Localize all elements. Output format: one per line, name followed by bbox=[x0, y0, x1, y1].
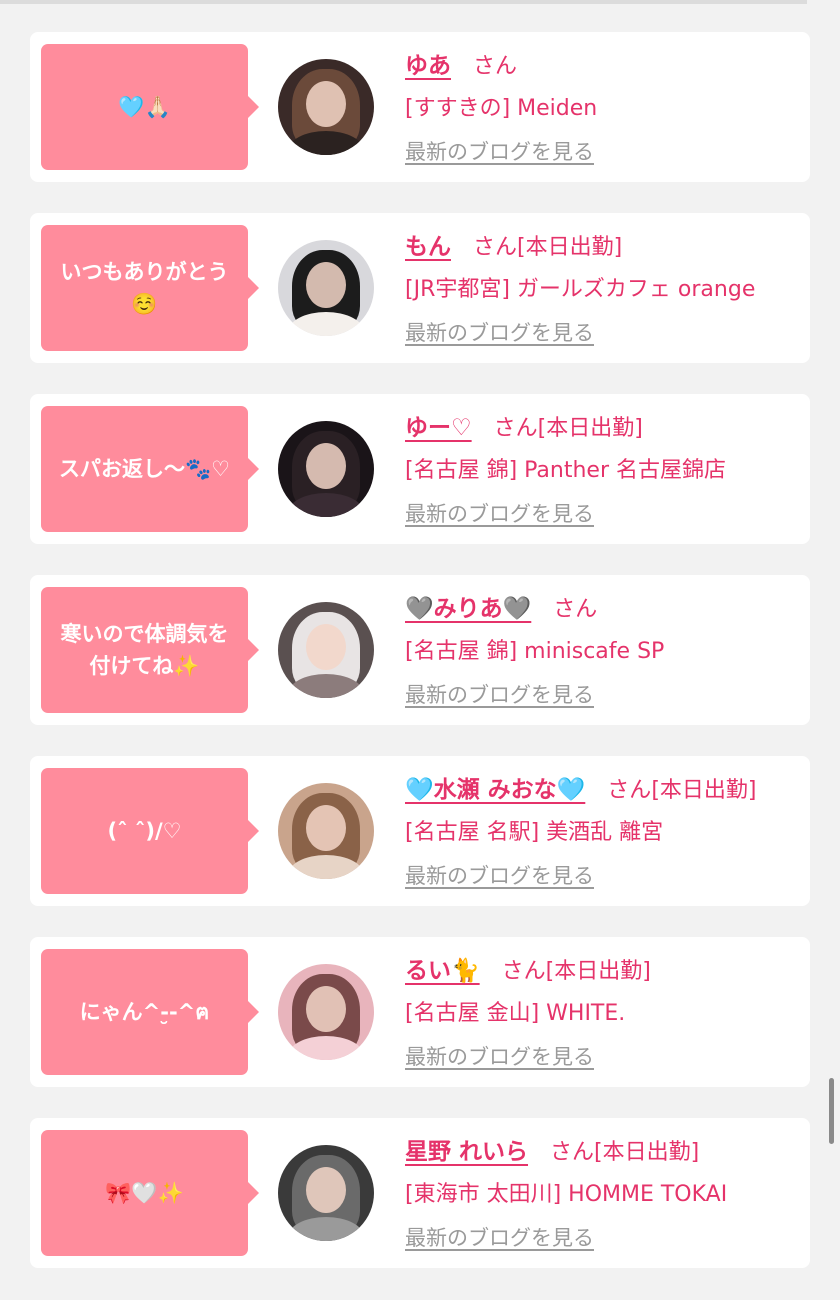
name-row: るい🐈 さん [本日出勤] bbox=[405, 949, 800, 985]
honorific-label: さん bbox=[553, 597, 598, 622]
message-bubble: 🩵🙏🏻 bbox=[41, 44, 259, 170]
entry-info: ゆー♡ さん [本日出勤] [名古屋 錦] Panther 名古屋錦店 最新のブ… bbox=[405, 406, 800, 528]
girl-name-link[interactable]: ゆあ bbox=[405, 46, 451, 80]
list-item: にゃん^-̮-^ฅ るい🐈 さん [本日出勤] [名古屋 金山] WHITE. … bbox=[30, 937, 810, 1087]
avatar-face bbox=[306, 81, 346, 127]
avatar-face bbox=[306, 986, 346, 1032]
girl-name-link[interactable]: もん bbox=[405, 227, 451, 261]
entry-info: 星野 れいら さん [本日出勤] [東海市 太田川] HOMME TOKAI 最… bbox=[405, 1130, 800, 1252]
avatar-face bbox=[306, 624, 346, 670]
latest-blog-link[interactable]: 最新のブログを見る bbox=[405, 1041, 594, 1071]
name-row: 🩵水瀬 みおな🩵 さん [本日出勤] bbox=[405, 768, 800, 804]
girl-name-link[interactable]: 星野 れいら bbox=[405, 1132, 528, 1166]
message-bubble: いつもありがとう ☺️ bbox=[41, 225, 259, 351]
status-badge: [本日出勤] bbox=[594, 1140, 700, 1165]
status-badge: [本日出勤] bbox=[545, 959, 651, 984]
avatar[interactable] bbox=[278, 421, 374, 517]
avatar[interactable] bbox=[278, 783, 374, 879]
shop-name: [JR宇都宮] ガールズカフェ orange bbox=[405, 277, 756, 302]
shop-name: [名古屋 錦] miniscafe SP bbox=[405, 639, 665, 664]
honorific-label: さん bbox=[473, 54, 518, 79]
girl-name-link[interactable]: 🩵水瀬 みおな🩵 bbox=[405, 770, 585, 804]
message-bubble: にゃん^-̮-^ฅ bbox=[41, 949, 259, 1075]
honorific-label: さん bbox=[473, 235, 518, 260]
shop-name: [すすきの] Meiden bbox=[405, 96, 598, 121]
shop-name: [名古屋 名駅] 美酒乱 離宮 bbox=[405, 820, 664, 845]
entry-info: るい🐈 さん [本日出勤] [名古屋 金山] WHITE. 最新のブログを見る bbox=[405, 949, 800, 1071]
avatar-face bbox=[306, 443, 346, 489]
honorific-label: さん bbox=[501, 959, 546, 984]
name-row: ゆあ さん bbox=[405, 44, 800, 80]
latest-blog-link[interactable]: 最新のブログを見る bbox=[405, 1222, 594, 1252]
name-row: 🩶みりあ🩶 さん bbox=[405, 587, 800, 623]
honorific-label: さん bbox=[493, 416, 538, 441]
scrollbar[interactable] bbox=[829, 1078, 834, 1144]
message-bubble: 🎀🤍✨ bbox=[41, 1130, 259, 1256]
status-badge: [本日出勤] bbox=[537, 416, 643, 441]
latest-blog-link[interactable]: 最新のブログを見る bbox=[405, 136, 594, 166]
avatar[interactable] bbox=[278, 240, 374, 336]
honorific-label: さん bbox=[550, 1140, 595, 1165]
list-item: スパお返し〜🐾♡ ゆー♡ さん [本日出勤] [名古屋 錦] Panther 名… bbox=[30, 394, 810, 544]
honorific-label: さん bbox=[607, 778, 652, 803]
avatar[interactable] bbox=[278, 59, 374, 155]
avatar-face bbox=[306, 805, 346, 851]
message-bubble: (ˆ ˆ)/♡ bbox=[41, 768, 259, 894]
entry-info: 🩶みりあ🩶 さん [名古屋 錦] miniscafe SP 最新のブログを見る bbox=[405, 587, 800, 709]
girl-name-link[interactable]: ゆー♡ bbox=[405, 408, 472, 442]
status-badge: [本日出勤] bbox=[517, 235, 623, 260]
latest-blog-link[interactable]: 最新のブログを見る bbox=[405, 679, 594, 709]
avatar-face bbox=[306, 262, 346, 308]
entry-info: 🩵水瀬 みおな🩵 さん [本日出勤] [名古屋 名駅] 美酒乱 離宮 最新のブロ… bbox=[405, 768, 800, 890]
list-item: 🩵🙏🏻 ゆあ さん [すすきの] Meiden 最新のブログを見る bbox=[30, 32, 810, 182]
status-badge: [本日出勤] bbox=[651, 778, 757, 803]
avatar[interactable] bbox=[278, 964, 374, 1060]
shop-name: [名古屋 金山] WHITE. bbox=[405, 1001, 626, 1026]
list-item: (ˆ ˆ)/♡ 🩵水瀬 みおな🩵 さん [本日出勤] [名古屋 名駅] 美酒乱 … bbox=[30, 756, 810, 906]
girl-name-link[interactable]: 🩶みりあ🩶 bbox=[405, 589, 531, 623]
list-item: 寒いので体調気を 付けてね✨ 🩶みりあ🩶 さん [名古屋 錦] miniscaf… bbox=[30, 575, 810, 725]
latest-blog-link[interactable]: 最新のブログを見る bbox=[405, 317, 594, 347]
girl-name-link[interactable]: るい🐈 bbox=[405, 951, 480, 985]
message-list: 🩵🙏🏻 ゆあ さん [すすきの] Meiden 最新のブログを見る いつもありが… bbox=[30, 32, 810, 1299]
avatar[interactable] bbox=[278, 602, 374, 698]
name-row: 星野 れいら さん [本日出勤] bbox=[405, 1130, 800, 1166]
latest-blog-link[interactable]: 最新のブログを見る bbox=[405, 860, 594, 890]
shop-name: [名古屋 錦] Panther 名古屋錦店 bbox=[405, 458, 726, 483]
name-row: もん さん [本日出勤] bbox=[405, 225, 800, 261]
message-bubble: スパお返し〜🐾♡ bbox=[41, 406, 259, 532]
message-bubble: 寒いので体調気を 付けてね✨ bbox=[41, 587, 259, 713]
avatar-face bbox=[306, 1167, 346, 1213]
list-item: 🎀🤍✨ 星野 れいら さん [本日出勤] [東海市 太田川] HOMME TOK… bbox=[30, 1118, 810, 1268]
entry-info: もん さん [本日出勤] [JR宇都宮] ガールズカフェ orange 最新のブ… bbox=[405, 225, 800, 347]
top-divider bbox=[0, 0, 807, 4]
avatar[interactable] bbox=[278, 1145, 374, 1241]
latest-blog-link[interactable]: 最新のブログを見る bbox=[405, 498, 594, 528]
entry-info: ゆあ さん [すすきの] Meiden 最新のブログを見る bbox=[405, 44, 800, 166]
shop-name: [東海市 太田川] HOMME TOKAI bbox=[405, 1182, 728, 1207]
name-row: ゆー♡ さん [本日出勤] bbox=[405, 406, 800, 442]
list-item: いつもありがとう ☺️ もん さん [本日出勤] [JR宇都宮] ガールズカフェ… bbox=[30, 213, 810, 363]
